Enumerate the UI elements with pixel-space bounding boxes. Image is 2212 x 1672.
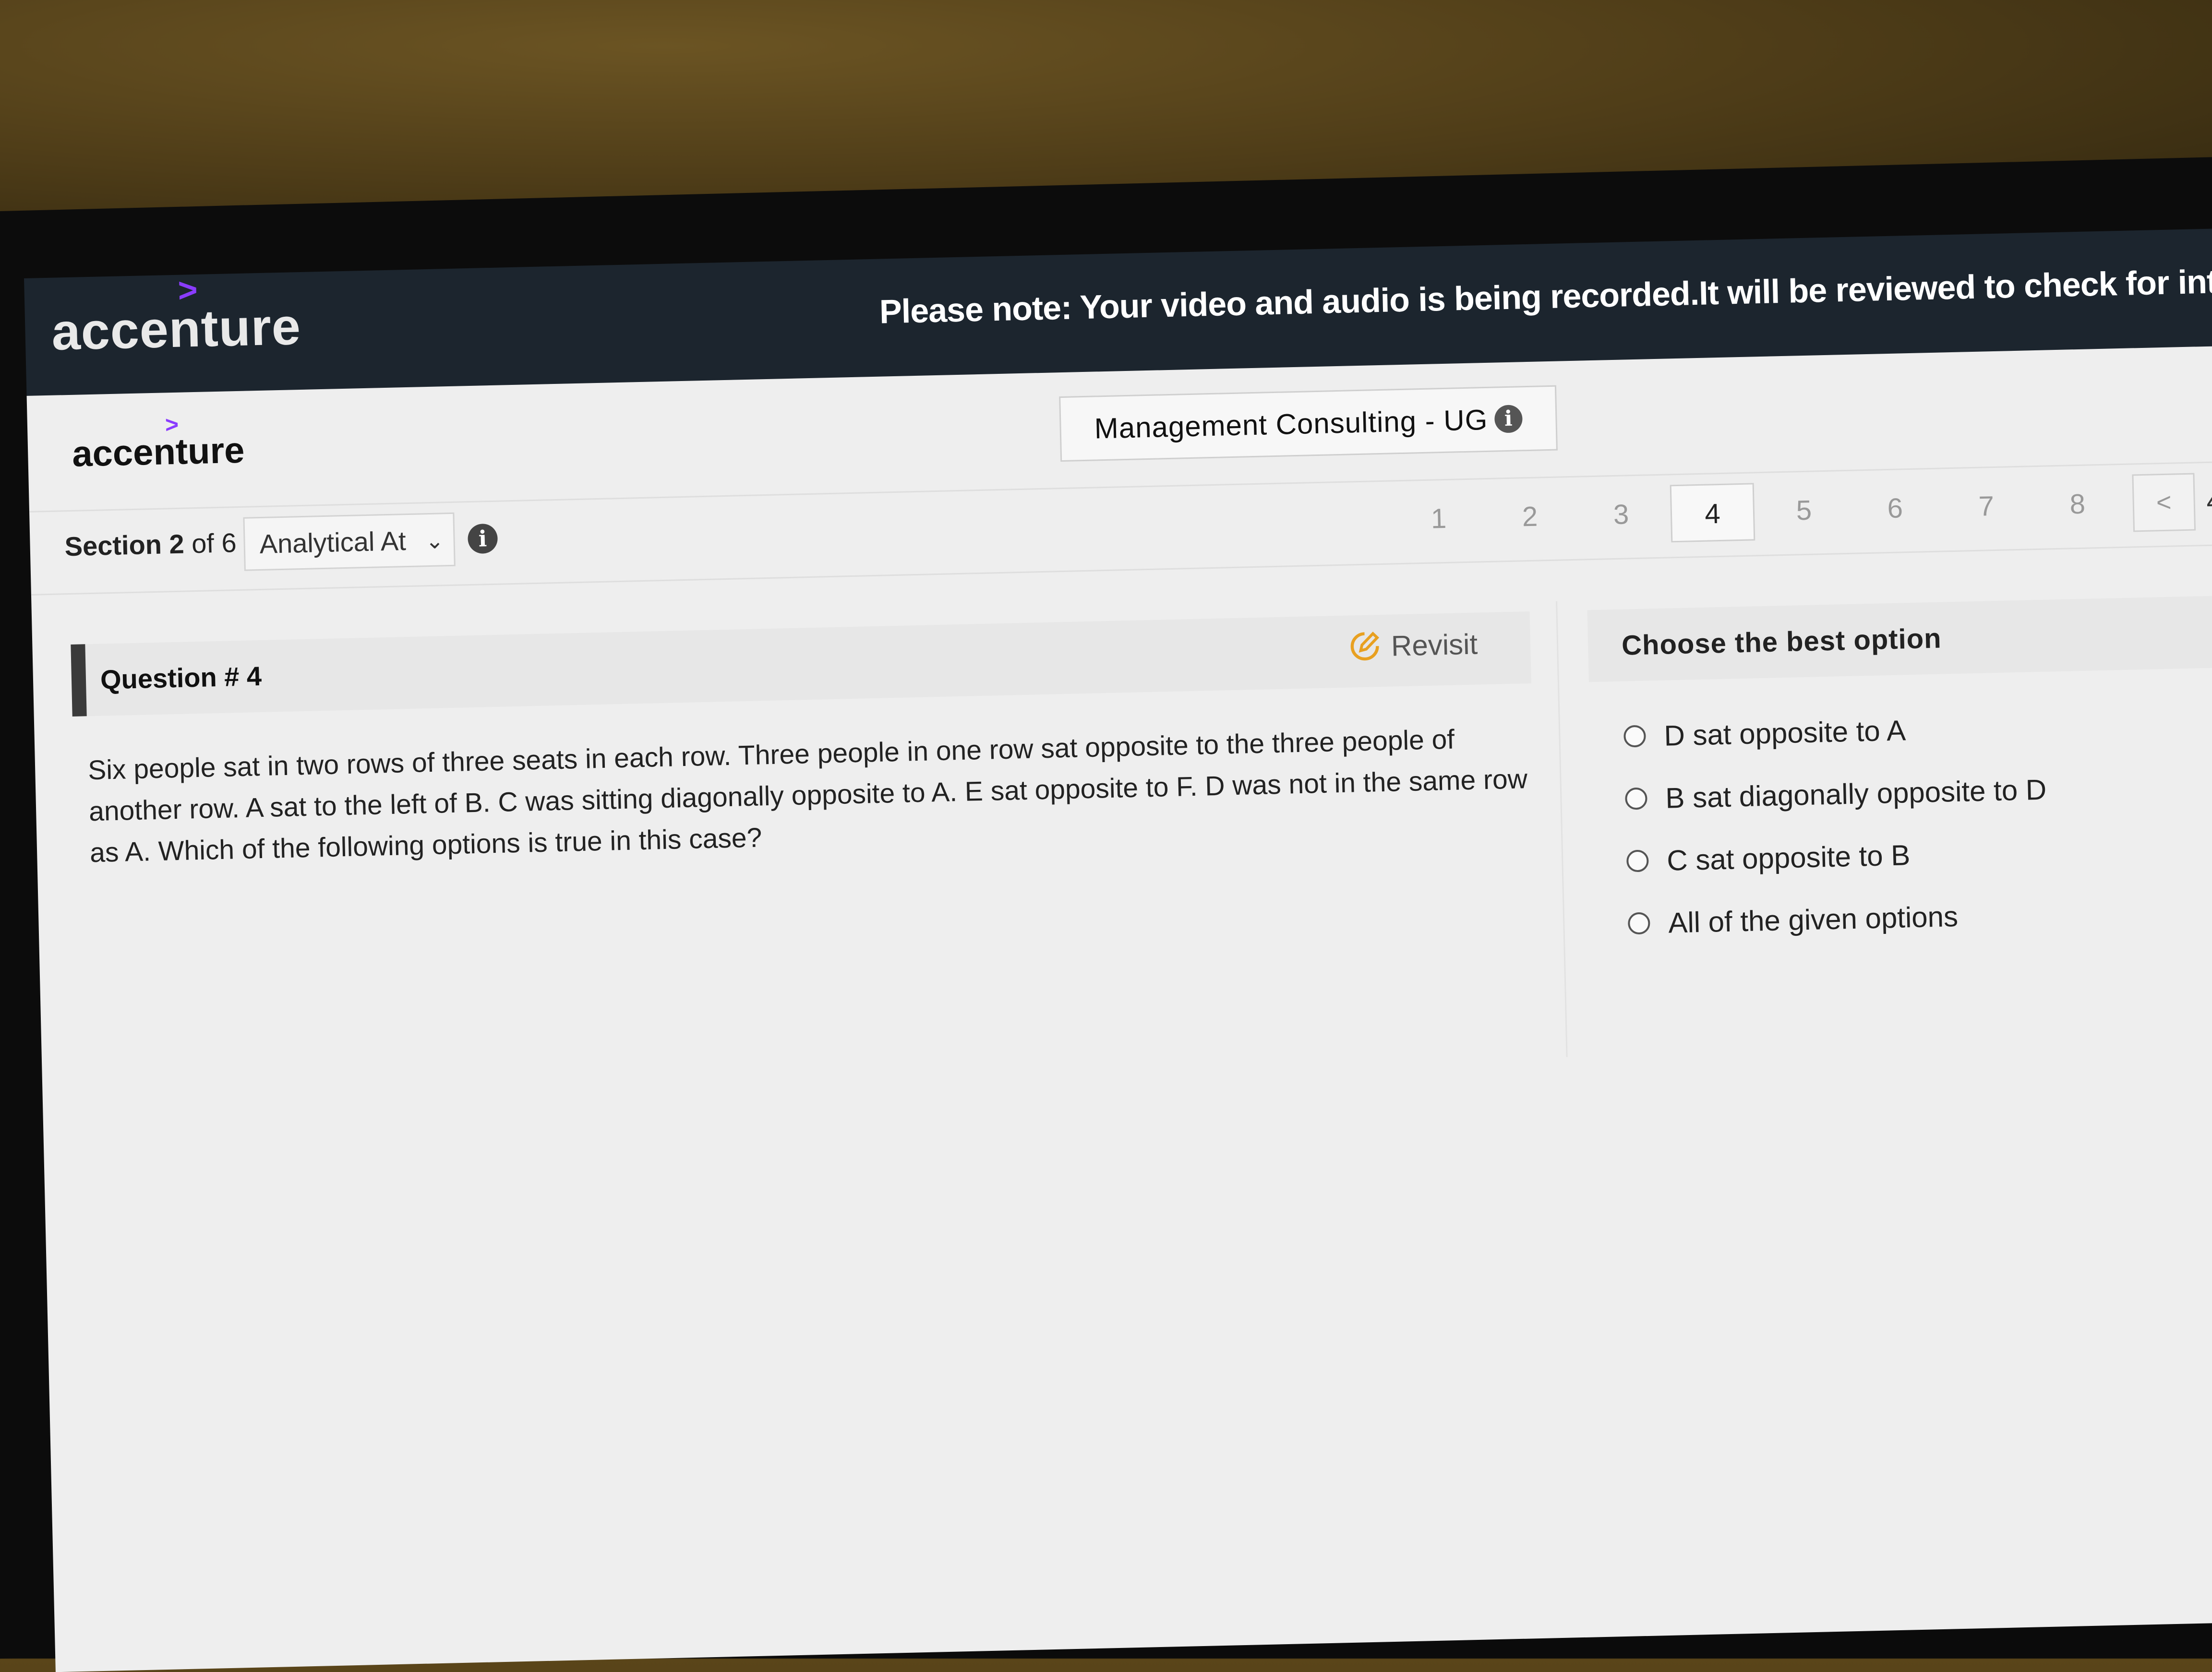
section-dropdown-value: Analytical At xyxy=(259,525,407,559)
question-nav-5[interactable]: 5 xyxy=(1758,481,1851,540)
revisit-button[interactable]: Revisit xyxy=(1347,627,1478,664)
accenture-logo: > accenture xyxy=(72,412,245,475)
assessment-title: Management Consulting - UG xyxy=(1094,403,1489,444)
question-nav-1[interactable]: 1 xyxy=(1393,489,1485,549)
logo-text: accenture xyxy=(72,430,245,475)
app-window: > accenture Please note: Your video and … xyxy=(24,228,2212,1672)
answer-option-label: C sat opposite to B xyxy=(1666,838,1911,877)
answer-option-2[interactable]: B sat diagonally opposite to D xyxy=(1624,758,2047,830)
answer-option-label: D sat opposite to A xyxy=(1663,714,1906,752)
answer-option-1[interactable]: D sat opposite to A xyxy=(1623,696,2046,768)
question-header: Question # 4 Revisit xyxy=(71,611,1531,717)
section-nav-row: Section 2 of 6 Analytical At ⌄ i 1 2 3 4… xyxy=(29,461,2212,596)
question-nav-3[interactable]: 3 xyxy=(1575,485,1668,545)
question-nav-6[interactable]: 6 xyxy=(1849,479,1942,538)
section-label: Section 2 of 6 xyxy=(64,527,237,562)
answer-option-4[interactable]: All of the given options xyxy=(1627,883,2050,955)
logo-text: accenture xyxy=(51,297,302,361)
chevron-down-icon: ⌄ xyxy=(425,528,445,554)
answer-option-3[interactable]: C sat opposite to B xyxy=(1626,821,2049,893)
radio-button[interactable] xyxy=(1624,787,1647,810)
question-nav-overflow[interactable]: 4 xyxy=(2194,472,2212,531)
answer-options: D sat opposite to A B sat diagonally opp… xyxy=(1623,696,2050,955)
radio-button[interactable] xyxy=(1626,849,1649,872)
recording-notice: Please note: Your video and audio is bei… xyxy=(879,261,2212,331)
assessment-page: > accenture Management Consulting - UG i… xyxy=(26,346,2212,1672)
radio-button[interactable] xyxy=(1623,725,1647,748)
answer-option-label: B sat diagonally opposite to D xyxy=(1665,773,2047,814)
column-divider xyxy=(1556,601,1568,1057)
question-nav-2[interactable]: 2 xyxy=(1484,487,1576,547)
prev-page-button[interactable]: < xyxy=(2132,473,2196,532)
question-nav-7[interactable]: 7 xyxy=(1940,477,2033,536)
question-nav-8[interactable]: 8 xyxy=(2031,475,2124,534)
section-number: Section 2 xyxy=(64,528,185,562)
question-title: Question # 4 xyxy=(100,660,262,695)
section-dropdown[interactable]: Analytical At ⌄ xyxy=(243,512,456,571)
question-number-nav: 1 2 3 4 5 6 7 8 < 4 xyxy=(1393,472,2212,549)
question-text: Six people sat in two rows of three seat… xyxy=(87,724,1528,869)
revisit-label: Revisit xyxy=(1391,628,1478,662)
assessment-title-box: Management Consulting - UG i xyxy=(1059,385,1558,462)
radio-button[interactable] xyxy=(1627,912,1650,935)
options-header: Choose the best option xyxy=(1587,595,2212,682)
options-title: Choose the best option xyxy=(1621,622,1942,661)
info-icon[interactable]: i xyxy=(1494,405,1523,433)
section-total: of 6 xyxy=(183,527,237,559)
logo-greater-than-icon: > xyxy=(177,271,199,309)
section-info-icon[interactable]: i xyxy=(467,523,498,554)
answer-option-label: All of the given options xyxy=(1668,900,1959,939)
logo-greater-than-icon: > xyxy=(165,412,179,438)
revisit-pencil-icon xyxy=(1350,632,1380,661)
accenture-logo-top: > accenture xyxy=(51,271,302,362)
question-nav-4-active[interactable]: 4 xyxy=(1670,483,1755,543)
